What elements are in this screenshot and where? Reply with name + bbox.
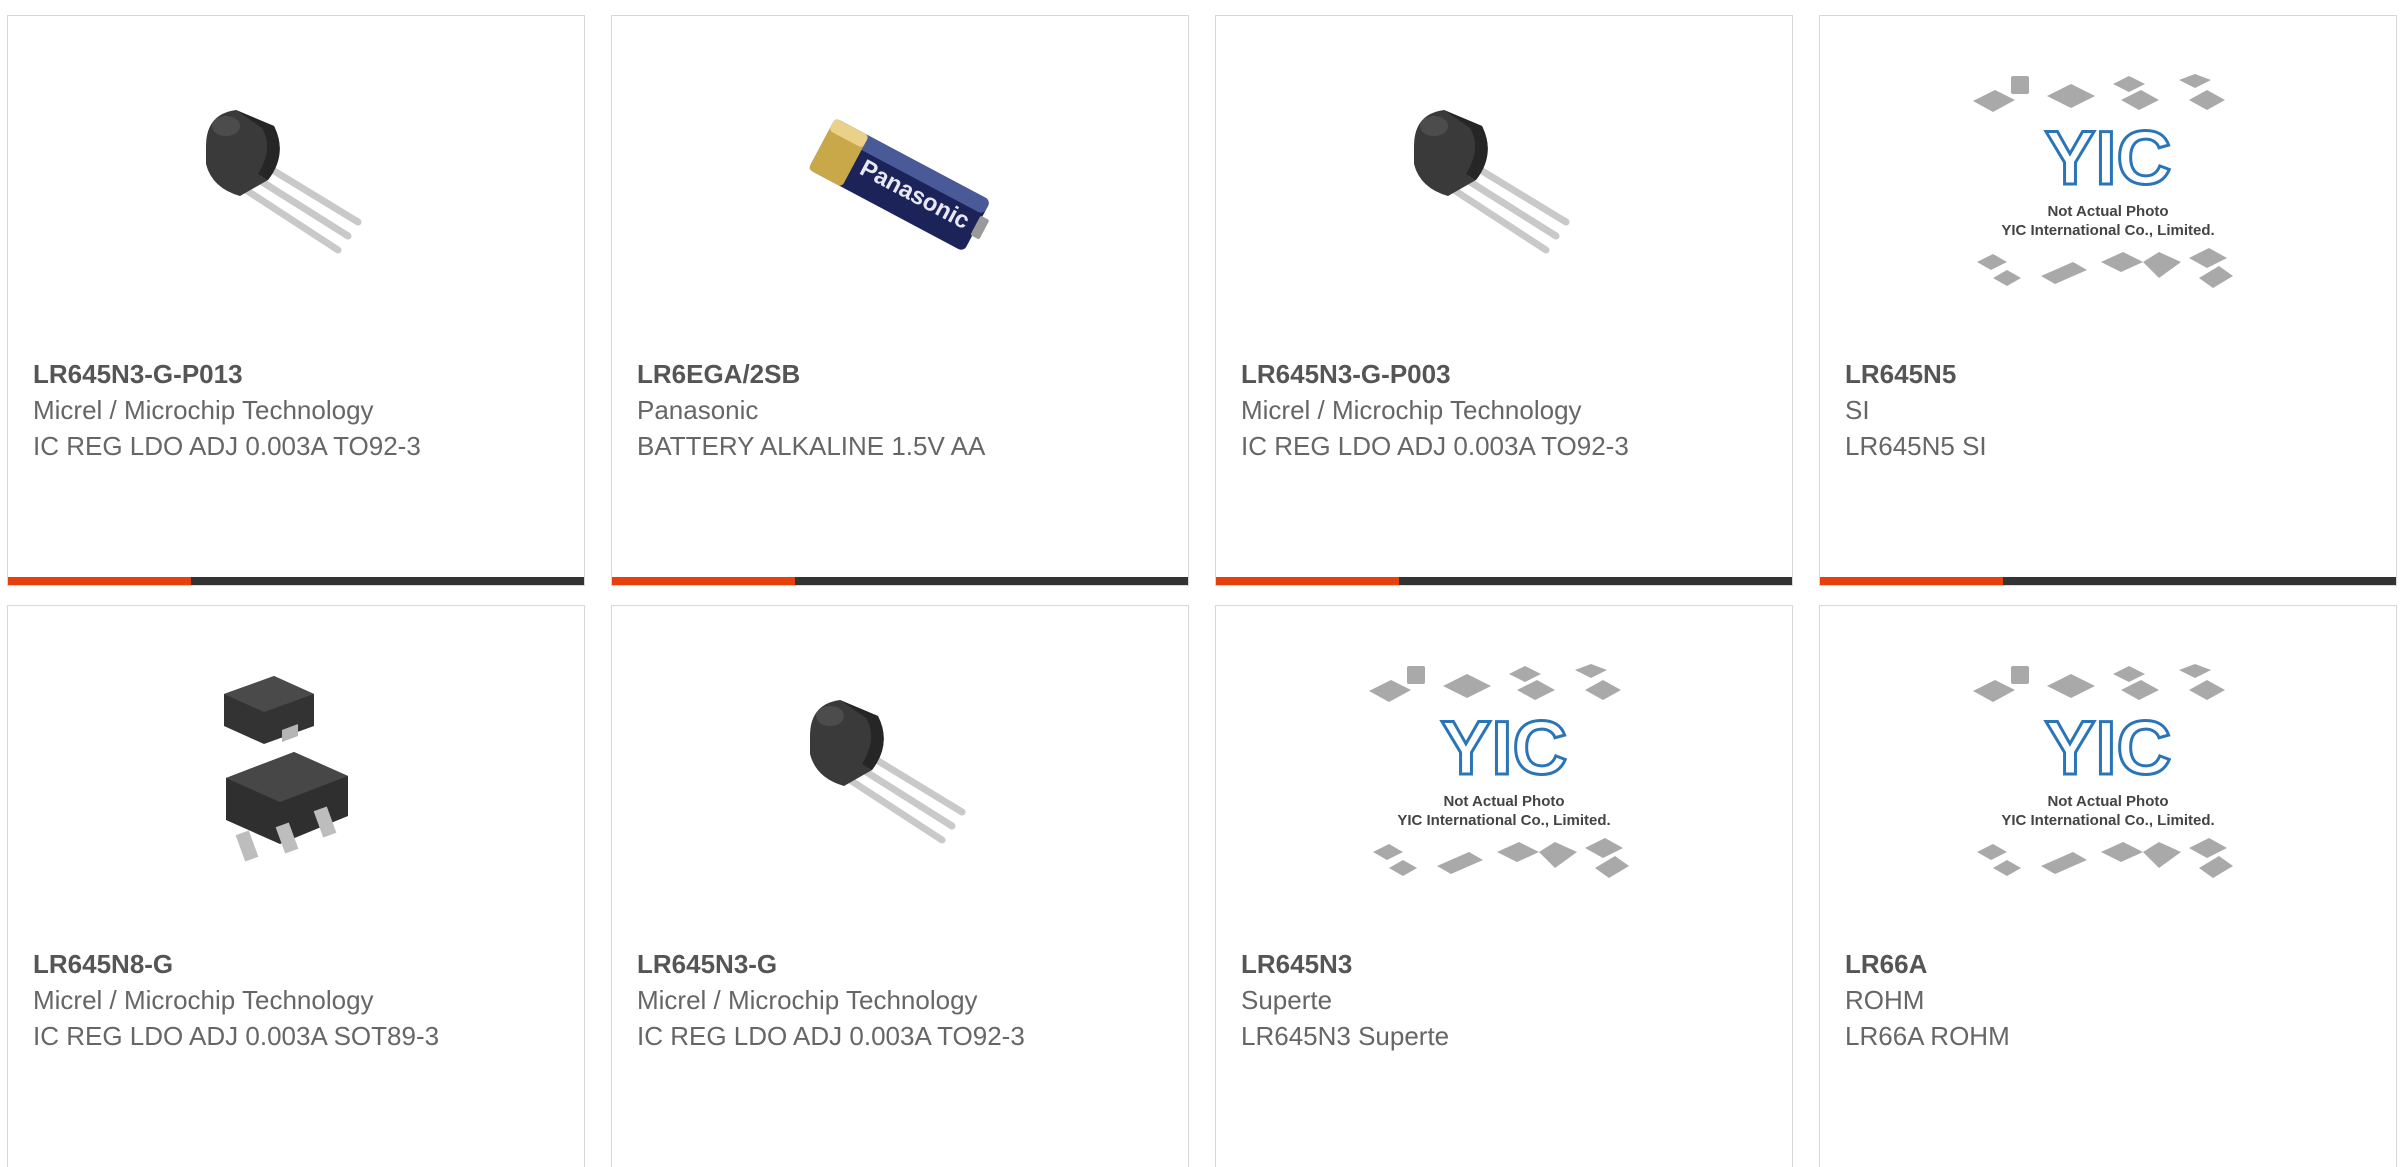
description: BATTERY ALKALINE 1.5V AA <box>637 431 986 461</box>
product-info: LR645N3-G Micrel / Microchip Technology … <box>637 946 1057 1054</box>
accent-highlight <box>1820 577 2003 585</box>
description: IC REG LDO ADJ 0.003A TO92-3 <box>1241 431 1629 461</box>
placeholder-photo-icon: YIC Not Actual Photo YIC International C… <box>1369 664 1629 878</box>
product-image[interactable]: Panasonic <box>800 84 1000 284</box>
sot89-package-icon <box>224 676 348 862</box>
manufacturer: Micrel / Microchip Technology <box>637 985 978 1015</box>
placeholder-company: YIC International Co., Limited. <box>1397 812 1610 829</box>
placeholder-company: YIC International Co., Limited. <box>2001 222 2214 239</box>
description: IC REG LDO ADJ 0.003A TO92-3 <box>33 431 421 461</box>
manufacturer: SI <box>1845 395 1870 425</box>
manufacturer: Micrel / Microchip Technology <box>33 395 374 425</box>
product-info: LR66A ROHM LR66A ROHM <box>1845 946 2265 1054</box>
accent-bar <box>612 577 1188 585</box>
description: IC REG LDO ADJ 0.003A SOT89-3 <box>33 1021 440 1051</box>
product-card[interactable]: Panasonic LR6EGA/2SB Panasonic BATTERY A… <box>611 15 1189 586</box>
product-info: LR645N3-G-P013 Micrel / Microchip Techno… <box>33 356 453 464</box>
manufacturer: ROHM <box>1845 985 1925 1015</box>
part-number[interactable]: LR645N5 <box>1845 356 2265 392</box>
accent-highlight <box>8 577 191 585</box>
manufacturer: Superte <box>1241 985 1333 1015</box>
description: LR645N5 SI <box>1845 431 1987 461</box>
manufacturer: Micrel / Microchip Technology <box>33 985 374 1015</box>
part-number[interactable]: LR645N8-G <box>33 946 453 982</box>
product-image[interactable]: YIC Not Actual Photo YIC International C… <box>1963 66 2253 306</box>
product-card[interactable]: YIC Not Actual Photo YIC International C… <box>1215 605 1793 1167</box>
part-number[interactable]: LR645N3 <box>1241 946 1661 982</box>
description: LR66A ROHM <box>1845 1021 2010 1051</box>
accent-bar <box>8 577 584 585</box>
product-info: LR6EGA/2SB Panasonic BATTERY ALKALINE 1.… <box>637 356 1057 464</box>
product-image[interactable] <box>800 674 1000 874</box>
part-number[interactable]: LR645N3-G-P003 <box>1241 356 1661 392</box>
product-image[interactable]: YIC Not Actual Photo YIC International C… <box>1963 656 2253 896</box>
product-image[interactable] <box>1404 84 1604 284</box>
to92-transistor-icon <box>810 700 966 844</box>
placeholder-note: Not Actual Photo <box>1443 793 1564 810</box>
part-number[interactable]: LR6EGA/2SB <box>637 356 1057 392</box>
placeholder-photo-icon: YIC Not Actual Photo YIC International C… <box>1973 74 2233 288</box>
placeholder-logo: YIC <box>2045 116 2172 201</box>
product-info: LR645N3 Superte LR645N3 Superte <box>1241 946 1661 1054</box>
part-number[interactable]: LR645N3-G <box>637 946 1057 982</box>
placeholder-note: Not Actual Photo <box>2047 793 2168 810</box>
placeholder-note: Not Actual Photo <box>2047 203 2168 220</box>
product-card[interactable]: LR645N3-G-P003 Micrel / Microchip Techno… <box>1215 15 1793 586</box>
product-info: LR645N5 SI LR645N5 SI <box>1845 356 2265 464</box>
product-image[interactable]: YIC Not Actual Photo YIC International C… <box>1359 656 1649 896</box>
accent-bar <box>1820 577 2396 585</box>
part-number[interactable]: LR66A <box>1845 946 2265 982</box>
product-card[interactable]: YIC Not Actual Photo YIC International C… <box>1819 605 2397 1167</box>
manufacturer: Micrel / Microchip Technology <box>1241 395 1582 425</box>
product-card[interactable]: LR645N3-G-P013 Micrel / Microchip Techno… <box>7 15 585 586</box>
placeholder-photo-icon: YIC Not Actual Photo YIC International C… <box>1973 664 2233 878</box>
product-grid: LR645N3-G-P013 Micrel / Microchip Techno… <box>0 0 2400 1167</box>
product-card[interactable]: LR645N8-G Micrel / Microchip Technology … <box>7 605 585 1167</box>
description: LR645N3 Superte <box>1241 1021 1450 1051</box>
product-info: LR645N8-G Micrel / Microchip Technology … <box>33 946 453 1054</box>
to92-transistor-icon <box>206 110 362 254</box>
product-image[interactable] <box>196 84 396 284</box>
aa-battery-icon: Panasonic <box>809 119 989 250</box>
accent-highlight <box>1216 577 1399 585</box>
accent-highlight <box>612 577 795 585</box>
placeholder-logo: YIC <box>1441 706 1568 791</box>
to92-transistor-icon <box>1414 110 1570 254</box>
description: IC REG LDO ADJ 0.003A TO92-3 <box>637 1021 1025 1051</box>
placeholder-company: YIC International Co., Limited. <box>2001 812 2214 829</box>
placeholder-logo: YIC <box>2045 706 2172 791</box>
accent-bar <box>1216 577 1792 585</box>
part-number[interactable]: LR645N3-G-P013 <box>33 356 453 392</box>
manufacturer: Panasonic <box>637 395 759 425</box>
product-card[interactable]: YIC Not Actual Photo YIC International C… <box>1819 15 2397 586</box>
product-card[interactable]: LR645N3-G Micrel / Microchip Technology … <box>611 605 1189 1167</box>
product-image[interactable] <box>196 674 396 874</box>
product-info: LR645N3-G-P003 Micrel / Microchip Techno… <box>1241 356 1661 464</box>
